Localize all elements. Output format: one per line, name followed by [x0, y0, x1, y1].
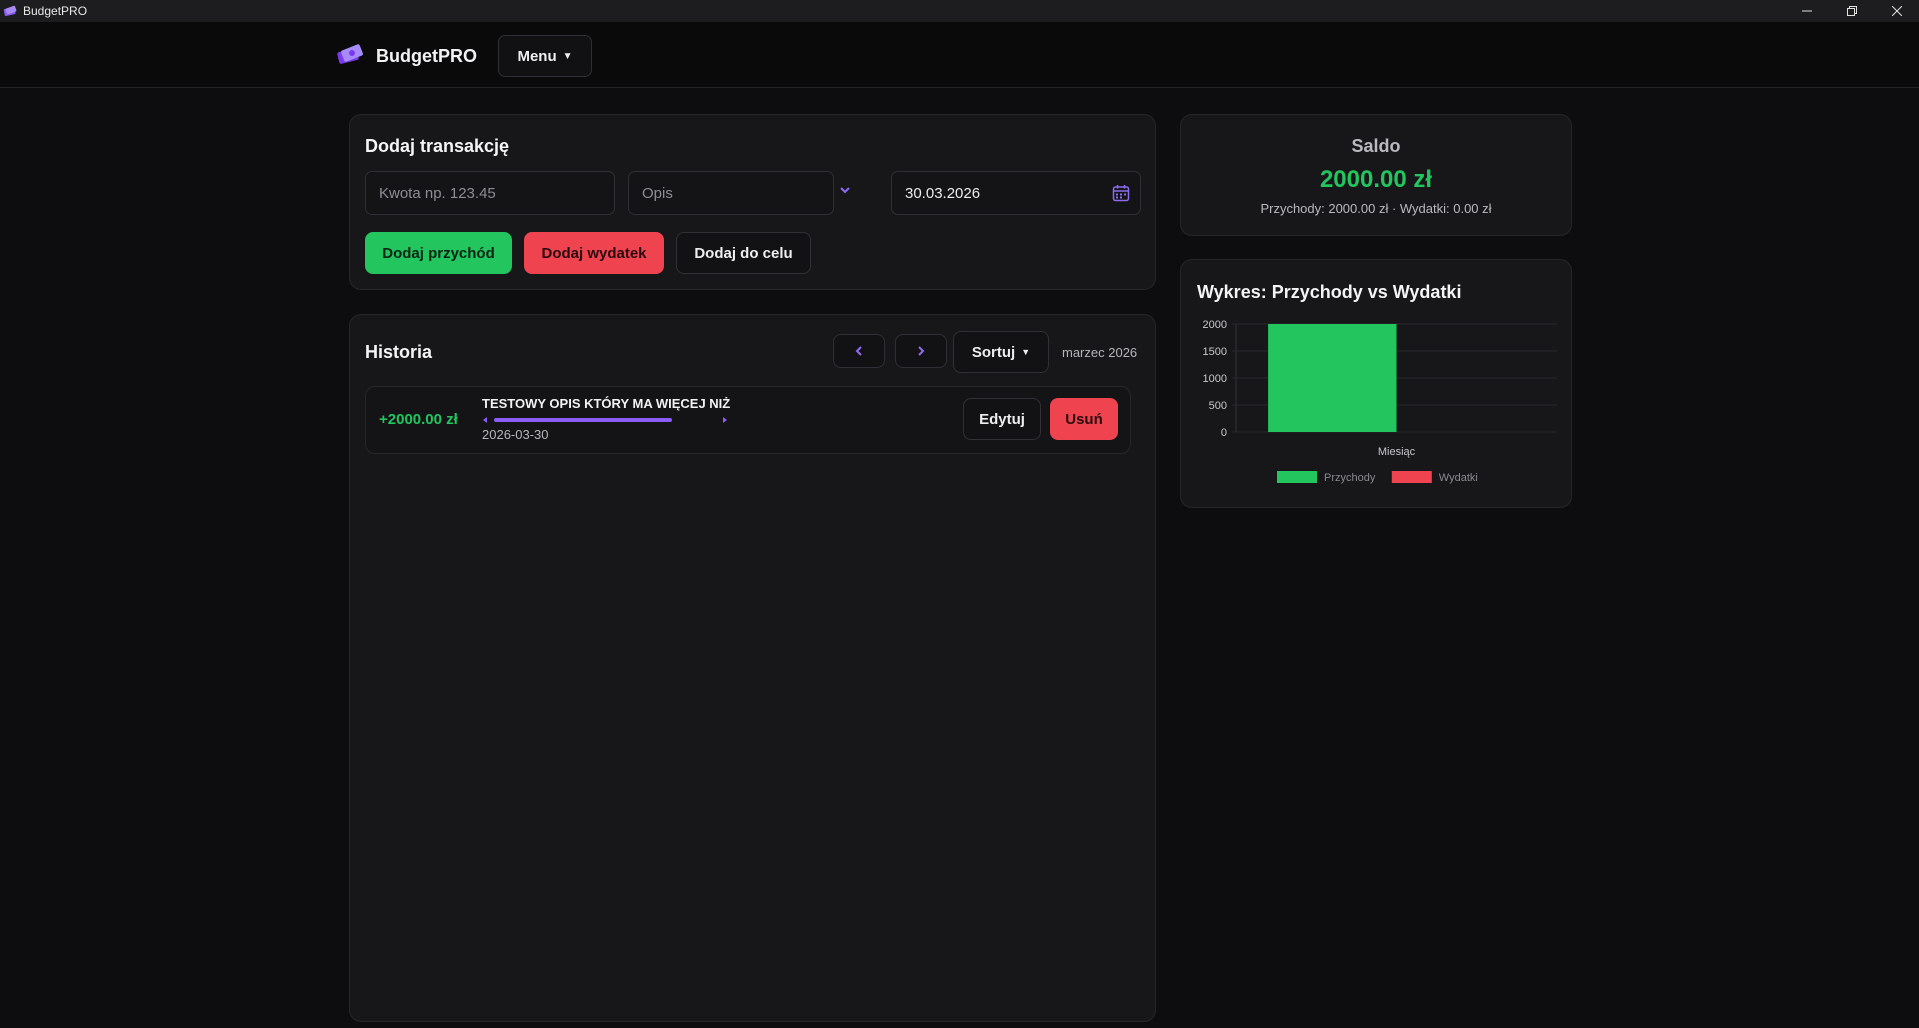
window-title: BudgetPRO	[23, 4, 88, 18]
transaction-row: +2000.00 zł TESTOWY OPIS KTÓRY MA WIĘCEJ…	[365, 386, 1131, 454]
next-month-button[interactable]	[895, 334, 947, 368]
date-value: 30.03.2026	[905, 184, 981, 202]
money-stack-icon	[337, 44, 363, 64]
add-transaction-title: Dodaj transakcję	[365, 136, 510, 156]
date-input[interactable]: 30.03.2026	[891, 171, 1141, 215]
y-tick-label: 500	[1209, 400, 1227, 412]
delete-button[interactable]: Usuń	[1050, 398, 1118, 440]
transaction-description: TESTOWY OPIS KTÓRY MA WIĘCEJ NIŻ	[482, 396, 731, 411]
money-icon	[3, 5, 17, 16]
restore-icon[interactable]	[1829, 0, 1874, 22]
bar-chart: 0 500 1000 1500 2000 Miesiąc Przychody Wydatki	[1203, 319, 1557, 484]
add-transaction-card: Dodaj transakcję Kwota np. 123.45 Opis 3…	[349, 114, 1156, 290]
chevron-down-icon: ▼	[562, 50, 573, 62]
chevron-right-icon	[918, 346, 925, 356]
amount-input[interactable]: Kwota np. 123.45	[365, 171, 615, 215]
edit-button[interactable]: Edytuj	[963, 398, 1041, 440]
chevron-left-icon	[855, 346, 862, 356]
legend-swatch	[1277, 471, 1317, 483]
y-tick-label: 1000	[1203, 373, 1227, 385]
calendar-icon[interactable]	[1112, 184, 1130, 202]
transaction-amount: +2000.00 zł	[379, 411, 458, 428]
scrollbar-thumb[interactable]	[494, 418, 672, 422]
description-scrollbar[interactable]	[482, 417, 730, 423]
sort-label: Sortuj	[971, 343, 1016, 361]
month-label: marzec 2026	[1062, 345, 1138, 360]
balance-card: Saldo 2000.00 zł Przychody: 2000.00 zł ·…	[1180, 114, 1572, 236]
y-tick-label: 2000	[1203, 319, 1227, 331]
bar-przychody	[1268, 324, 1397, 432]
app-header: BudgetPRO Menu ▼	[0, 22, 1919, 88]
scroll-left-icon[interactable]	[482, 417, 488, 423]
add-expense-button[interactable]: Dodaj wydatek	[524, 232, 664, 274]
history-card: Historia Sortuj ▼ marzec 2026 +2000.00 z…	[349, 314, 1156, 1022]
transaction-date: 2026-03-30	[482, 427, 549, 442]
add-to-goal-button[interactable]: Dodaj do celu	[676, 232, 811, 274]
x-tick-label: Miesiąc	[1378, 446, 1416, 458]
legend-label: Wydatki	[1439, 472, 1478, 484]
menu-label: Menu	[517, 47, 557, 65]
minimize-icon[interactable]	[1784, 0, 1829, 22]
y-tick-label: 0	[1221, 427, 1227, 439]
add-income-button[interactable]: Dodaj przychód	[365, 232, 512, 274]
prev-month-button[interactable]	[833, 334, 885, 368]
legend-label: Przychody	[1324, 472, 1376, 484]
balance-summary: Przychody: 2000.00 zł · Wydatki: 0.00 zł	[1260, 201, 1492, 216]
scroll-right-icon[interactable]	[722, 417, 728, 423]
sort-button[interactable]: Sortuj ▼	[953, 331, 1049, 373]
chevron-down-icon[interactable]	[839, 185, 851, 195]
description-select[interactable]: Opis	[628, 171, 834, 215]
balance-value: 2000.00 zł	[1319, 166, 1433, 193]
history-title: Historia	[365, 342, 433, 362]
y-tick-label: 1500	[1203, 346, 1227, 358]
window-titlebar: BudgetPRO	[0, 0, 1919, 22]
menu-button[interactable]: Menu ▼	[498, 35, 592, 77]
balance-label: Saldo	[1351, 136, 1401, 156]
chevron-down-icon: ▼	[1021, 347, 1031, 357]
chart-card: Wykres: Przychody vs Wydatki 0 500 1000 150…	[1180, 259, 1572, 508]
close-icon[interactable]	[1874, 0, 1919, 22]
brand-name: BudgetPRO	[376, 46, 477, 66]
legend-swatch	[1391, 471, 1432, 483]
